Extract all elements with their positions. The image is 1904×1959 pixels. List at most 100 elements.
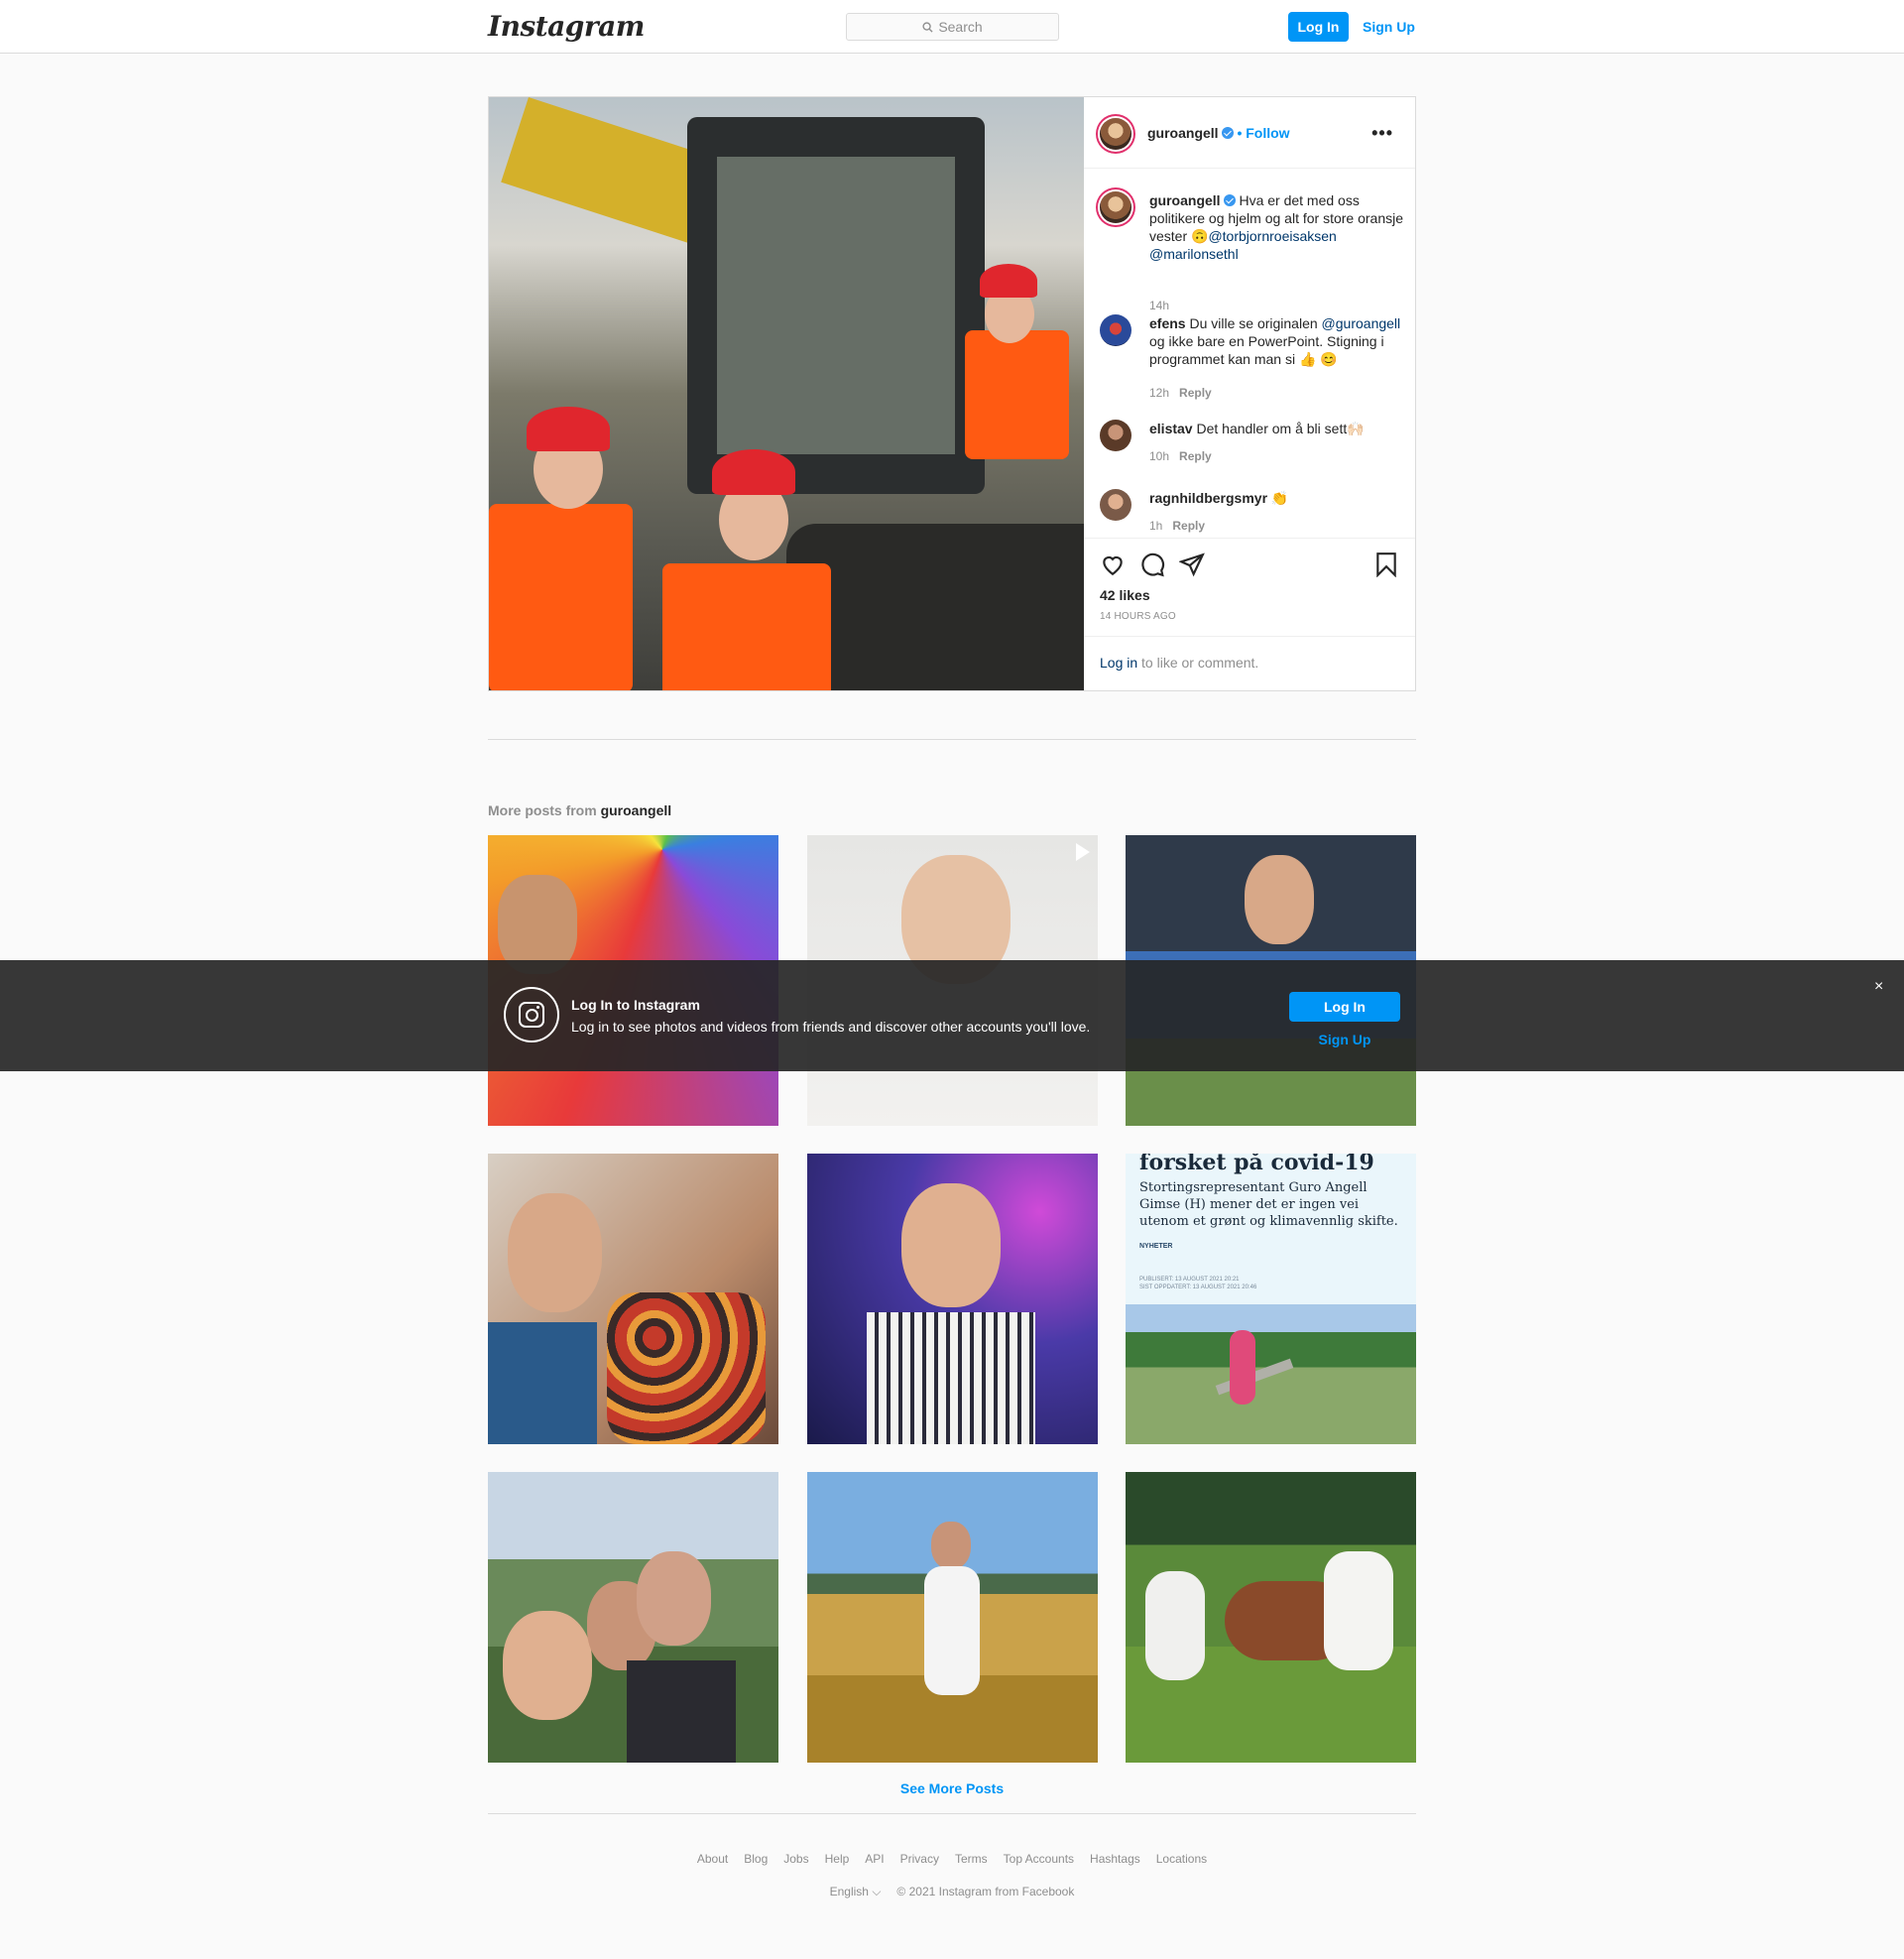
commenter-username[interactable]: efens bbox=[1149, 315, 1186, 331]
post-thumbnail[interactable] bbox=[1126, 1472, 1416, 1763]
footer-link-top-accounts[interactable]: Top Accounts bbox=[1004, 1852, 1074, 1866]
thumbnail-figure bbox=[637, 1551, 711, 1646]
photo-helmet-right bbox=[980, 264, 1037, 298]
comment-item: efens Du ville se originalen @guroangell… bbox=[1100, 314, 1407, 404]
footer-link-hashtags[interactable]: Hashtags bbox=[1090, 1852, 1140, 1866]
commenter-avatar[interactable] bbox=[1100, 489, 1131, 521]
instagram-logo[interactable]: Instagram bbox=[488, 10, 645, 43]
top-navigation-bar: Instagram Search Log In Sign Up bbox=[0, 0, 1904, 54]
footer-link-privacy[interactable]: Privacy bbox=[900, 1852, 939, 1866]
more-posts-user[interactable]: guroangell bbox=[601, 802, 672, 818]
caption-item: guroangell Hva er det med oss politikere… bbox=[1100, 191, 1407, 312]
bookmark-icon[interactable] bbox=[1373, 551, 1399, 577]
reply-button[interactable]: Reply bbox=[1179, 449, 1212, 463]
login-banner: Log In to Instagram Log in to see photos… bbox=[0, 960, 1904, 1071]
comments-list: guroangell Hva er det med oss politikere… bbox=[1084, 170, 1415, 539]
commenter-username[interactable]: elistav bbox=[1149, 421, 1193, 436]
post-timestamp: 14 HOURS AGO bbox=[1100, 611, 1176, 622]
login-button[interactable]: Log In bbox=[1288, 12, 1349, 42]
search-placeholder: Search bbox=[938, 19, 983, 35]
more-options-icon[interactable]: ••• bbox=[1371, 123, 1393, 144]
banner-description: Log in to see photos and videos from fri… bbox=[571, 1019, 1091, 1035]
thumbnail-figure bbox=[627, 1660, 736, 1763]
comment-meta: 1h Reply bbox=[1149, 519, 1205, 533]
commenter-avatar[interactable] bbox=[1100, 420, 1131, 451]
heart-icon[interactable] bbox=[1100, 551, 1126, 577]
thumbnail-figure bbox=[1230, 1330, 1255, 1405]
footer-bottom: English ⌵ © 2021 Instagram from Facebook bbox=[0, 1885, 1904, 1899]
mention-link[interactable]: @marilonsethl bbox=[1149, 246, 1239, 262]
footer-link-locations[interactable]: Locations bbox=[1156, 1852, 1207, 1866]
thumbnail-figure bbox=[488, 1322, 597, 1444]
verified-badge-icon bbox=[1223, 194, 1236, 206]
caption-author[interactable]: guroangell bbox=[1149, 192, 1221, 208]
copyright: © 2021 Instagram from Facebook bbox=[896, 1885, 1075, 1898]
thumbnail-figure bbox=[498, 875, 577, 974]
post-thumbnail[interactable] bbox=[807, 1154, 1098, 1444]
language-select[interactable]: English ⌵ bbox=[830, 1885, 882, 1899]
footer-link-help[interactable]: Help bbox=[825, 1852, 850, 1866]
banner-title: Log In to Instagram bbox=[571, 997, 700, 1013]
post-thumbnail[interactable] bbox=[807, 1472, 1098, 1763]
author-avatar[interactable] bbox=[1100, 118, 1131, 150]
commenter-avatar[interactable] bbox=[1100, 314, 1131, 346]
thumbnail-figure bbox=[901, 1183, 1001, 1307]
banner-signup-link[interactable]: Sign Up bbox=[1289, 1032, 1400, 1047]
post-thumbnail[interactable] bbox=[488, 1154, 778, 1444]
login-hint: to like or comment. bbox=[1137, 655, 1259, 671]
comment-meta: 10h Reply bbox=[1149, 449, 1212, 463]
comment-item: ragnhildbergsmyr 👏 1h Reply bbox=[1100, 489, 1407, 538]
thumbnail-figure bbox=[931, 1522, 971, 1569]
footer-link-jobs[interactable]: Jobs bbox=[783, 1852, 808, 1866]
post-thumbnail[interactable] bbox=[488, 1472, 778, 1763]
commenter-username[interactable]: ragnhildbergsmyr bbox=[1149, 490, 1267, 506]
author-avatar[interactable] bbox=[1100, 191, 1131, 223]
login-to-comment: Log in to like or comment. bbox=[1084, 636, 1415, 690]
footer-link-terms[interactable]: Terms bbox=[955, 1852, 988, 1866]
photo-vest-right bbox=[965, 330, 1069, 459]
comment-text: efens Du ville se originalen @guroangell… bbox=[1149, 314, 1407, 368]
login-link[interactable]: Log in bbox=[1100, 655, 1137, 671]
footer-divider bbox=[488, 1813, 1416, 1814]
author-username[interactable]: guroangell bbox=[1147, 125, 1219, 141]
comment-body: og ikke bare en PowerPoint. Stigning i p… bbox=[1149, 333, 1384, 367]
clipping-updated: SIST OPPDATERT: 13 AUGUST 2021 20:46 bbox=[1139, 1285, 1257, 1290]
mention-link[interactable]: @guroangell bbox=[1322, 315, 1401, 331]
reply-button[interactable]: Reply bbox=[1172, 519, 1205, 533]
likes-count[interactable]: 42 likes bbox=[1100, 587, 1150, 603]
clipping-headline: forsket på covid-19 bbox=[1139, 1154, 1374, 1175]
reply-button[interactable]: Reply bbox=[1179, 386, 1212, 400]
banner-login-button[interactable]: Log In bbox=[1289, 992, 1400, 1022]
footer-link-api[interactable]: API bbox=[865, 1852, 884, 1866]
signup-link[interactable]: Sign Up bbox=[1363, 12, 1415, 42]
author-row: guroangell • Follow bbox=[1147, 125, 1290, 141]
comment-text: elistav Det handler om å bli sett🙌🏻 bbox=[1149, 420, 1407, 437]
close-icon[interactable]: × bbox=[1874, 978, 1883, 996]
share-icon[interactable] bbox=[1179, 551, 1205, 577]
comment-time: 1h bbox=[1149, 519, 1163, 533]
search-input[interactable]: Search bbox=[846, 13, 1059, 41]
thumbnail-figure bbox=[924, 1566, 980, 1695]
thumbnail-figure bbox=[1145, 1571, 1205, 1680]
thumbnail-figure bbox=[1245, 855, 1314, 944]
footer-links: About Blog Jobs Help API Privacy Terms T… bbox=[0, 1852, 1904, 1866]
comment-icon[interactable] bbox=[1139, 551, 1165, 577]
search-icon bbox=[922, 21, 933, 33]
mention-link[interactable]: @torbjornroeisaksen bbox=[1208, 228, 1336, 244]
photo-excavator-track bbox=[786, 524, 1084, 690]
thumbnail-figure bbox=[867, 1312, 1035, 1444]
instagram-camera-icon bbox=[504, 987, 559, 1042]
comment-text: ragnhildbergsmyr 👏 bbox=[1149, 489, 1407, 507]
caption-text: guroangell Hva er det med oss politikere… bbox=[1149, 191, 1407, 263]
follow-button[interactable]: • Follow bbox=[1237, 125, 1289, 141]
comment-body: Det handler om å bli sett🙌🏻 bbox=[1196, 421, 1365, 436]
post-thumbnail-news-clipping[interactable]: forsket på covid-19 Stortingsrepresentan… bbox=[1126, 1154, 1416, 1444]
see-more-posts-button[interactable]: See More Posts bbox=[0, 1780, 1904, 1796]
post-photo[interactable] bbox=[489, 97, 1084, 690]
post-header: guroangell • Follow ••• bbox=[1084, 97, 1415, 169]
footer-link-about[interactable]: About bbox=[697, 1852, 728, 1866]
post-sidebar: guroangell • Follow ••• guroangell Hva e… bbox=[1084, 97, 1415, 690]
footer-link-blog[interactable]: Blog bbox=[744, 1852, 768, 1866]
more-posts-label: More posts from bbox=[488, 802, 601, 818]
caption-time: 14h bbox=[1149, 299, 1170, 312]
